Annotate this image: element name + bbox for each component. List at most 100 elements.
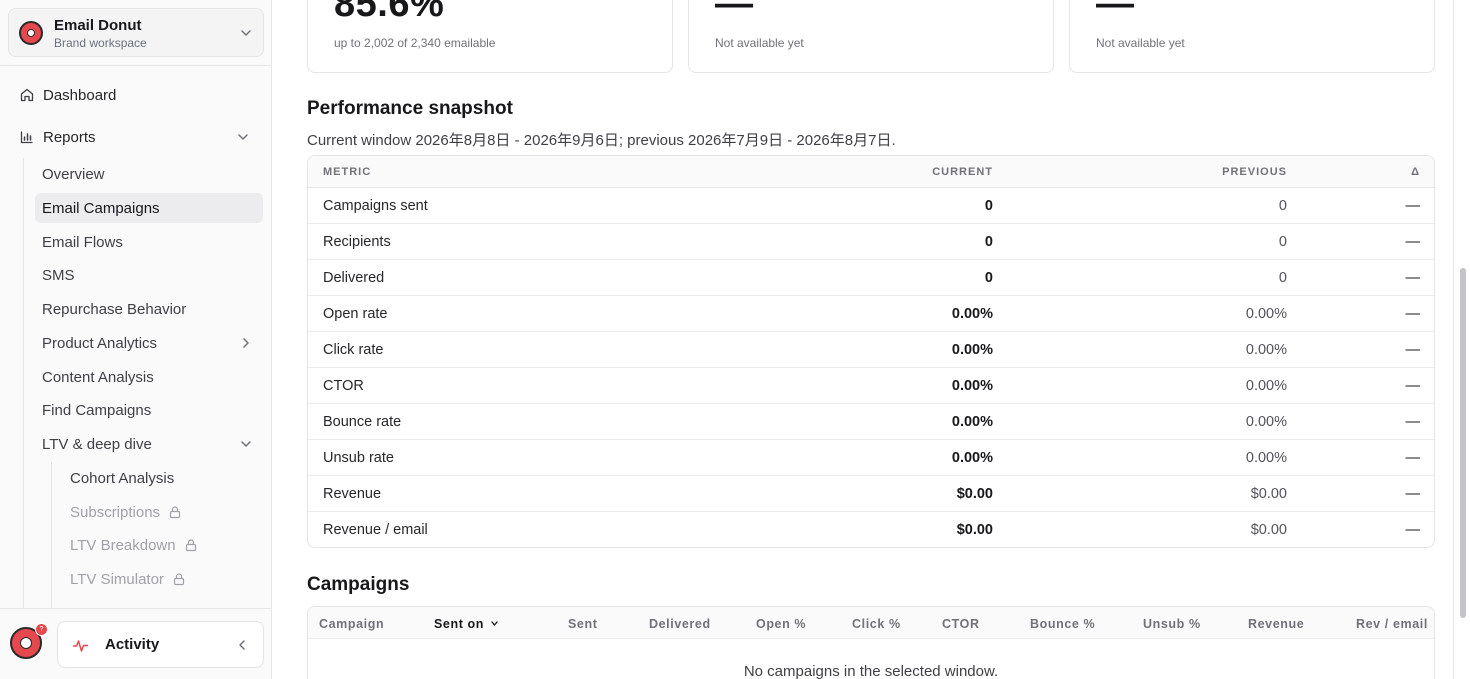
chevron-down-icon — [238, 134, 248, 140]
column-header-campaign[interactable]: Campaign — [319, 617, 384, 631]
stat-card: — Not available yet — [1069, 0, 1435, 73]
nav-cohort-analysis-label: Cohort Analysis — [70, 469, 175, 487]
activity-label: Activity — [105, 636, 160, 653]
nav-sms[interactable]: SMS — [35, 260, 263, 290]
column-header-bounce-pct[interactable]: Bounce % — [1030, 617, 1095, 631]
current-value-cell: 0.00% — [951, 342, 993, 358]
nav-email-flows-label: Email Flows — [42, 233, 123, 251]
sort-desc-icon — [491, 621, 498, 626]
nav-overview[interactable]: Overview — [35, 159, 263, 189]
table-row: Revenue $0.00 $0.00 — — [308, 476, 1434, 512]
table-header: METRIC CURRENT PREVIOUS Δ — [308, 156, 1434, 188]
nav-email-campaigns[interactable]: Email Campaigns — [35, 193, 263, 223]
previous-value-cell: 0.00% — [1245, 414, 1287, 430]
metric-cell: Unsub rate — [323, 450, 394, 466]
column-header-revenue[interactable]: Revenue — [1248, 617, 1304, 631]
chevron-right-icon — [243, 338, 249, 348]
metric-cell: Revenue — [323, 486, 382, 502]
stat-value: — — [715, 0, 754, 25]
previous-value-cell: 0 — [1278, 198, 1287, 214]
activity-button[interactable]: Activity — [57, 621, 264, 668]
delta-cell: — — [1405, 486, 1421, 502]
current-value-cell: 0.00% — [951, 414, 993, 430]
current-value-cell: 0.00% — [951, 450, 993, 466]
nav-ltv-simulator[interactable]: LTV Simulator — [63, 564, 263, 594]
current-value-cell: $0.00 — [956, 486, 993, 502]
previous-value-cell: 0.00% — [1245, 378, 1287, 394]
previous-value-cell: 0 — [1278, 270, 1287, 286]
nav-repurchase-behavior-label: Repurchase Behavior — [42, 300, 187, 318]
chevron-down-icon — [241, 441, 251, 447]
nav-reports[interactable]: Reports — [10, 122, 264, 152]
nav-dashboard-label: Dashboard — [43, 86, 117, 104]
column-header-current: CURRENT — [932, 166, 993, 178]
sidebar-divider — [0, 65, 271, 66]
metric-cell: Revenue / email — [323, 522, 428, 538]
nav-sms-label: SMS — [42, 266, 75, 284]
stat-card: — Not available yet — [688, 0, 1054, 73]
nav-subscriptions-label: Subscriptions — [70, 503, 161, 521]
delta-cell: — — [1405, 378, 1421, 394]
metric-cell: Click rate — [323, 342, 384, 358]
lock-icon — [173, 573, 185, 586]
column-header-previous: PREVIOUS — [1222, 166, 1287, 178]
snapshot-description: Current window 2026年8月8日 - 2026年9月6日; pr… — [307, 132, 896, 149]
column-header-sent-on[interactable]: Sent on — [434, 617, 499, 631]
previous-value-cell: 0.00% — [1245, 450, 1287, 466]
metric-cell: Bounce rate — [323, 414, 402, 430]
current-value-cell: 0.00% — [951, 378, 993, 394]
table-row: Campaigns sent 0 0 — — [308, 188, 1434, 224]
scrollbar-thumb[interactable] — [1460, 268, 1466, 618]
column-header-ctor[interactable]: CTOR — [942, 617, 980, 631]
nav-content-analysis-label: Content Analysis — [42, 368, 154, 386]
workspace-switcher[interactable]: Email Donut Brand workspace — [8, 8, 264, 57]
previous-value-cell: 0.00% — [1245, 306, 1287, 322]
nav-subscriptions[interactable]: Subscriptions — [63, 497, 263, 527]
lock-icon — [169, 506, 181, 519]
current-value-cell: 0 — [984, 270, 993, 286]
delta-cell: — — [1405, 414, 1421, 430]
nav-ltv-deep-dive[interactable]: LTV & deep dive — [35, 429, 263, 459]
nav-content-analysis[interactable]: Content Analysis — [35, 362, 263, 392]
nav-repurchase-behavior[interactable]: Repurchase Behavior — [35, 294, 263, 324]
home-icon — [20, 88, 34, 102]
nav-ltv-breakdown[interactable]: LTV Breakdown — [63, 530, 263, 560]
previous-value-cell: 0.00% — [1245, 342, 1287, 358]
campaigns-table: Campaign Sent on Sent Delivered Open % C… — [307, 606, 1435, 679]
stat-value: — — [1096, 0, 1135, 25]
nav-email-flows[interactable]: Email Flows — [35, 227, 263, 257]
column-header-unsub-pct[interactable]: Unsub % — [1143, 617, 1201, 631]
stat-subtext: Not available yet — [1096, 36, 1185, 50]
empty-state-message: No campaigns in the selected window. — [743, 663, 999, 679]
column-header-sent[interactable]: Sent — [568, 617, 598, 631]
nav-product-analytics-label: Product Analytics — [42, 334, 158, 352]
column-header-open-pct[interactable]: Open % — [756, 617, 806, 631]
column-header-rev-per-email[interactable]: Rev / email — [1356, 617, 1428, 631]
activity-pulse-icon — [72, 640, 89, 652]
current-value-cell: $0.00 — [956, 522, 993, 538]
workspace-name: Email Donut — [54, 17, 142, 34]
notification-badge-text: ? — [39, 626, 44, 633]
stat-value: 85.6% — [334, 0, 445, 25]
nav-dashboard[interactable]: Dashboard — [10, 80, 264, 110]
nav-ltv-deep-dive-label: LTV & deep dive — [42, 435, 152, 453]
campaigns-title: Campaigns — [307, 574, 410, 595]
table-row: Open rate 0.00% 0.00% — — [308, 296, 1434, 332]
table-row: Delivered 0 0 — — [308, 260, 1434, 296]
nav-product-analytics[interactable]: Product Analytics — [35, 328, 263, 358]
lock-icon — [185, 539, 196, 552]
current-value-cell: 0.00% — [951, 306, 993, 322]
chevron-down-icon — [241, 30, 251, 36]
nav-reports-label: Reports — [43, 128, 96, 146]
snapshot-table: METRIC CURRENT PREVIOUS Δ Campaigns sent… — [307, 155, 1435, 548]
column-header-delivered[interactable]: Delivered — [649, 617, 711, 631]
table-row: Unsub rate 0.00% 0.00% — — [308, 440, 1434, 476]
table-row: Revenue / email $0.00 $0.00 — — [308, 512, 1434, 547]
stat-subtext: up to 2,002 of 2,340 emailable — [334, 36, 496, 50]
nav-find-campaigns[interactable]: Find Campaigns — [35, 395, 263, 425]
stat-subtext: Not available yet — [715, 36, 804, 50]
workspace-subtitle: Brand workspace — [54, 36, 147, 50]
nav-cohort-analysis[interactable]: Cohort Analysis — [63, 463, 263, 493]
column-header-click-pct[interactable]: Click % — [852, 617, 901, 631]
bar-chart-icon — [20, 131, 33, 144]
